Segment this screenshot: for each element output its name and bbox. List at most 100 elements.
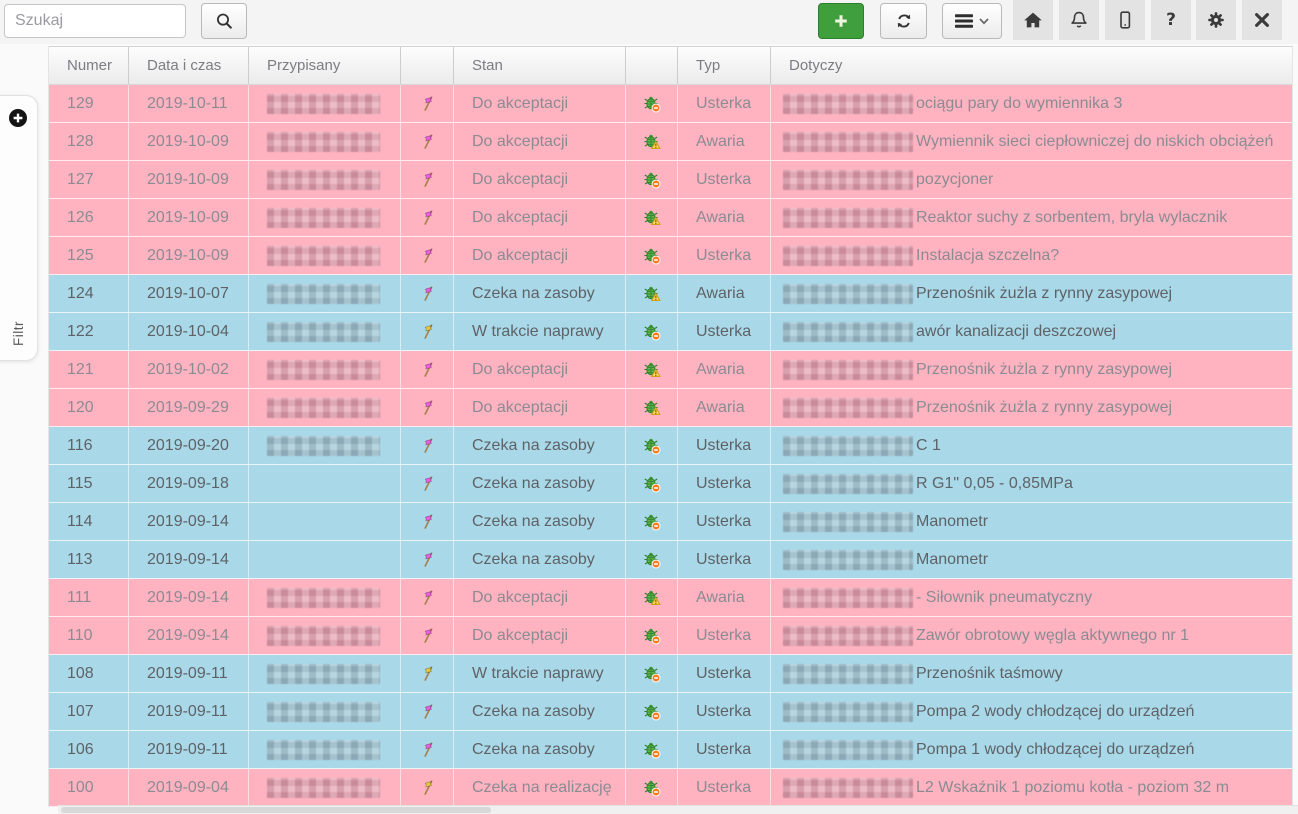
flag-icon [419, 133, 436, 150]
flag-icon [419, 285, 436, 302]
table-row[interactable]: 116 2019-09-20 Czeka na zasoby [49, 427, 1292, 465]
about-text: Przenośnik taśmowy [916, 665, 1063, 683]
header-type-icon[interactable] [626, 47, 678, 84]
redacted-about [783, 550, 913, 570]
table-row[interactable]: 127 2019-10-09 Do akceptacji [49, 161, 1292, 199]
table-row[interactable]: 114 2019-09-14 Czeka na zasoby [49, 503, 1292, 541]
search-button[interactable] [201, 3, 247, 39]
table-row[interactable]: 106 2019-09-11 Czeka na zasoby [49, 731, 1292, 769]
table-row[interactable]: 122 2019-10-04 W trakcie naprawy [49, 313, 1292, 351]
close-button[interactable] [1242, 0, 1282, 40]
home-button[interactable] [1013, 0, 1053, 40]
numer-cell: 127 [49, 161, 129, 198]
date-cell: 2019-09-14 [129, 579, 249, 616]
flag-cell [401, 655, 454, 692]
type-icon-cell [626, 161, 678, 198]
notifications-button[interactable] [1059, 0, 1099, 40]
about-text: Pompa 1 wody chłodzącej do urządzeń [916, 741, 1194, 759]
about-text: Manometr [916, 513, 988, 531]
minus-badge-icon [652, 750, 660, 758]
date-cell: 2019-09-18 [129, 465, 249, 502]
type-cell: Usterka [678, 465, 771, 502]
table-row[interactable]: 111 2019-09-14 Do akceptacji [49, 579, 1292, 617]
assignee-cell [249, 731, 401, 768]
header-numer[interactable]: Numer [49, 47, 129, 84]
table-row[interactable]: 113 2019-09-14 Czeka na zasoby [49, 541, 1292, 579]
table-row[interactable]: 110 2019-09-14 Do akceptacji [49, 617, 1292, 655]
chevron-down-icon [978, 16, 990, 26]
about-text: Pompa 2 wody chłodzącej do urządzeń [916, 703, 1194, 721]
header-przypisany[interactable]: Przypisany [249, 47, 401, 84]
header-dotyczy[interactable]: Dotyczy [771, 47, 1292, 84]
redacted-about [783, 360, 913, 380]
flag-cell [401, 351, 454, 388]
add-button[interactable] [818, 3, 864, 39]
type-cell: Usterka [678, 731, 771, 768]
table-row[interactable]: 121 2019-10-02 Do akceptacji [49, 351, 1292, 389]
help-button[interactable]: ? [1151, 0, 1191, 40]
table-row[interactable]: 107 2019-09-11 Czeka na zasoby [49, 693, 1292, 731]
type-icon-cell [626, 655, 678, 692]
header-data-i-czas[interactable]: Data i czas [129, 47, 249, 84]
bug-icon [643, 95, 661, 113]
header-flag[interactable] [401, 47, 454, 84]
bug-icon [643, 475, 661, 493]
table-row[interactable]: 125 2019-10-09 Do akceptacji [49, 237, 1292, 275]
table-row[interactable]: 115 2019-09-18 Czeka na zasoby [49, 465, 1292, 503]
home-icon [1022, 10, 1044, 30]
flag-icon [419, 209, 436, 226]
about-cell: Manometr [771, 503, 1292, 540]
table-row[interactable]: 100 2019-09-04 Czeka na realizację [49, 769, 1292, 807]
numer-cell: 114 [49, 503, 129, 540]
bug-icon [643, 741, 661, 759]
redacted-assignee [267, 322, 380, 342]
type-icon-cell [626, 769, 678, 806]
search-input[interactable] [4, 4, 186, 38]
flag-cell [401, 617, 454, 654]
table-row[interactable]: 129 2019-10-11 Do akceptacji [49, 85, 1292, 123]
redacted-assignee [267, 664, 380, 684]
flag-icon [419, 247, 436, 264]
table-row[interactable]: 120 2019-09-29 Do akceptacji [49, 389, 1292, 427]
mobile-button[interactable] [1105, 0, 1145, 40]
add-filter-button[interactable] [8, 108, 28, 128]
menu-button[interactable] [942, 3, 1002, 39]
redacted-assignee [267, 702, 380, 722]
date-cell: 2019-09-14 [129, 503, 249, 540]
header-typ[interactable]: Typ [678, 47, 771, 84]
type-cell: Usterka [678, 161, 771, 198]
settings-button[interactable] [1196, 0, 1236, 40]
type-cell: Usterka [678, 237, 771, 274]
table-row[interactable]: 126 2019-10-09 Do akceptacji [49, 199, 1292, 237]
svg-text:?: ? [1166, 10, 1176, 30]
about-cell: Pompa 1 wody chłodzącej do urządzeń [771, 731, 1292, 768]
table-row[interactable]: 128 2019-10-09 Do akceptacji [49, 123, 1292, 161]
type-cell: Usterka [678, 617, 771, 654]
date-cell: 2019-09-11 [129, 655, 249, 692]
table-row[interactable]: 124 2019-10-07 Czeka na zasoby [49, 275, 1292, 313]
header-stan[interactable]: Stan [454, 47, 626, 84]
type-icon-cell [626, 351, 678, 388]
type-icon-cell [626, 693, 678, 730]
work-orders-table: Numer Data i czas Przypisany Stan Typ Do… [48, 46, 1293, 807]
numer-cell: 106 [49, 731, 129, 768]
type-cell: Awaria [678, 123, 771, 160]
bug-icon [643, 133, 661, 151]
scrollbar-thumb[interactable] [61, 807, 491, 813]
hamburger-icon [954, 12, 974, 30]
assignee-cell [249, 161, 401, 198]
redacted-assignee [267, 740, 380, 760]
bug-icon [643, 247, 661, 265]
flag-icon [419, 665, 436, 682]
flag-icon [419, 779, 436, 796]
refresh-button[interactable] [880, 3, 927, 39]
about-cell: Instalacja szczelna? [771, 237, 1292, 274]
about-cell: Przenośnik żużla z rynny zasypowej [771, 389, 1292, 426]
redacted-about [783, 398, 913, 418]
about-text: Przenośnik żużla z rynny zasypowej [916, 361, 1172, 379]
about-text: C 1 [916, 437, 941, 455]
horizontal-scrollbar[interactable] [58, 805, 1298, 814]
state-cell: W trakcie naprawy [454, 655, 626, 692]
bug-icon [643, 285, 661, 303]
table-row[interactable]: 108 2019-09-11 W trakcie naprawy [49, 655, 1292, 693]
